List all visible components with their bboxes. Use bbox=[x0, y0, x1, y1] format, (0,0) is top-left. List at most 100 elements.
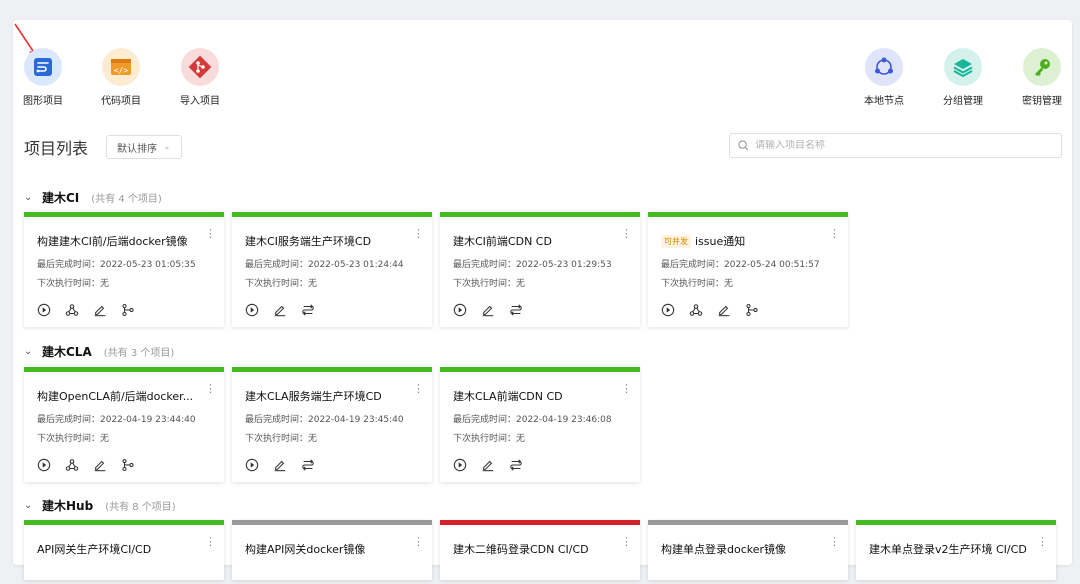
card-actions bbox=[453, 303, 523, 317]
pipeline-flow-icon[interactable] bbox=[509, 303, 523, 317]
card-actions bbox=[37, 303, 135, 317]
search-input[interactable] bbox=[755, 140, 1035, 151]
more-menu-icon[interactable]: ⋮ bbox=[829, 535, 840, 548]
last-completed-time: 最后完成时间：2022-04-19 23:45:40 bbox=[245, 415, 404, 425]
project-card[interactable]: API网关生产环境CI/CD ⋮ bbox=[24, 520, 224, 580]
concurrent-badge: 可并发 bbox=[661, 235, 691, 248]
more-menu-icon[interactable]: ⋮ bbox=[621, 382, 632, 395]
more-menu-icon[interactable]: ⋮ bbox=[413, 227, 424, 240]
edit-pencil-icon[interactable] bbox=[273, 303, 287, 317]
last-completed-time: 最后完成时间：2022-05-24 00:51:57 bbox=[661, 260, 820, 270]
key-icon bbox=[1023, 48, 1061, 86]
sort-select[interactable]: 默认排序 ⌄ bbox=[106, 135, 182, 159]
run-play-icon[interactable] bbox=[37, 303, 51, 317]
project-card[interactable]: 构建OpenCLA前/后端docker... ⋮ 最后完成时间：2022-04-19… bbox=[24, 367, 224, 482]
collapse-chevron-icon[interactable]: ⌄ bbox=[24, 500, 38, 511]
next-run-time: 下次执行时间：无 bbox=[453, 279, 526, 289]
pipeline-flow-icon[interactable] bbox=[509, 458, 523, 472]
project-card[interactable]: 构建建木CI前/后端docker镜像 ⋮ 最后完成时间：2022-05-23 01:… bbox=[24, 212, 224, 327]
card-actions bbox=[37, 458, 135, 472]
local-node-button[interactable]: 本地节点 bbox=[854, 48, 914, 107]
import-project-label: 导入项目 bbox=[180, 96, 220, 107]
run-play-icon[interactable] bbox=[661, 303, 675, 317]
card-actions bbox=[245, 458, 315, 472]
run-play-icon[interactable] bbox=[37, 458, 51, 472]
more-menu-icon[interactable]: ⋮ bbox=[1037, 535, 1048, 548]
import-project-button[interactable]: 导入项目 bbox=[170, 48, 230, 107]
webhook-icon[interactable] bbox=[65, 458, 79, 472]
project-card[interactable]: 建木CI前端CDN CD ⋮ 最后完成时间：2022-05-23 01:29:53 下… bbox=[440, 212, 640, 327]
project-card[interactable]: 构建API网关docker镜像 ⋮ bbox=[232, 520, 432, 580]
webhook-icon[interactable] bbox=[689, 303, 703, 317]
collapse-chevron-icon[interactable]: ⌄ bbox=[24, 192, 38, 203]
group-header[interactable]: ⌄ 建木CLA (共有 3 个项目) bbox=[24, 343, 174, 360]
project-card[interactable]: 建木CLA前端CDN CD ⋮ 最后完成时间：2022-04-19 23:46:08… bbox=[440, 367, 640, 482]
create-code-project-label: 代码项目 bbox=[101, 96, 141, 107]
run-play-icon[interactable] bbox=[453, 458, 467, 472]
project-name: 建木CI前端CDN CD bbox=[453, 235, 552, 248]
git-branch-icon[interactable] bbox=[121, 303, 135, 317]
more-menu-icon[interactable]: ⋮ bbox=[205, 382, 216, 395]
project-card[interactable]: 可并发 issue通知 ⋮ 最后完成时间：2022-05-24 00:51:57 下次执… bbox=[648, 212, 848, 327]
edit-pencil-icon[interactable] bbox=[481, 458, 495, 472]
group-management-button[interactable]: 分组管理 bbox=[933, 48, 993, 107]
group-header[interactable]: ⌄ 建木CI (共有 4 个项目) bbox=[24, 189, 162, 206]
list-header: 项目列表 默认排序 ⌄ bbox=[24, 135, 182, 159]
group-name: 建木Hub bbox=[42, 499, 94, 513]
chevron-down-icon: ⌄ bbox=[163, 142, 171, 152]
edit-pencil-icon[interactable] bbox=[273, 458, 287, 472]
last-completed-time: 最后完成时间：2022-05-23 01:24:44 bbox=[245, 260, 404, 270]
local-node-label: 本地节点 bbox=[864, 96, 904, 107]
edit-pencil-icon[interactable] bbox=[93, 458, 107, 472]
run-play-icon[interactable] bbox=[245, 303, 259, 317]
last-completed-time: 最后完成时间：2022-04-19 23:44:40 bbox=[37, 415, 196, 425]
edit-pencil-icon[interactable] bbox=[481, 303, 495, 317]
svg-text:</>: </> bbox=[114, 66, 129, 75]
git-branch-icon[interactable] bbox=[745, 303, 759, 317]
local-node-icon bbox=[865, 48, 903, 86]
create-flow-project-button[interactable]: 图形项目 bbox=[13, 48, 73, 107]
card-actions bbox=[661, 303, 759, 317]
project-card[interactable]: 建木CLA服务端生产环境CD ⋮ 最后完成时间：2022-04-19 23:45:4… bbox=[232, 367, 432, 482]
pipeline-flow-icon[interactable] bbox=[301, 303, 315, 317]
next-run-time: 下次执行时间：无 bbox=[245, 279, 318, 289]
key-management-button[interactable]: 密钥管理 bbox=[1012, 48, 1072, 107]
sort-select-value: 默认排序 bbox=[117, 143, 158, 155]
project-name: 构建单点登录docker镜像 bbox=[661, 543, 787, 556]
project-name: 构建OpenCLA前/后端docker... bbox=[37, 390, 194, 403]
edit-pencil-icon[interactable] bbox=[717, 303, 731, 317]
collapse-chevron-icon[interactable]: ⌄ bbox=[24, 346, 38, 357]
project-name: 构建API网关docker镜像 bbox=[245, 543, 366, 556]
last-completed-time: 最后完成时间：2022-05-23 01:05:35 bbox=[37, 260, 196, 270]
more-menu-icon[interactable]: ⋮ bbox=[205, 227, 216, 240]
more-menu-icon[interactable]: ⋮ bbox=[621, 227, 632, 240]
next-run-time: 下次执行时间：无 bbox=[453, 434, 526, 444]
next-run-time: 下次执行时间：无 bbox=[37, 434, 110, 444]
git-branch-icon[interactable] bbox=[121, 458, 135, 472]
more-menu-icon[interactable]: ⋮ bbox=[413, 535, 424, 548]
project-card[interactable]: 建木CI服务端生产环境CD ⋮ 最后完成时间：2022-05-23 01:24:44… bbox=[232, 212, 432, 327]
project-card[interactable]: 构建单点登录docker镜像 ⋮ bbox=[648, 520, 848, 580]
edit-pencil-icon[interactable] bbox=[93, 303, 107, 317]
project-card[interactable]: 建木二维码登录CDN CI/CD ⋮ bbox=[440, 520, 640, 580]
create-code-project-button[interactable]: </> 代码项目 bbox=[91, 48, 151, 107]
more-menu-icon[interactable]: ⋮ bbox=[205, 535, 216, 548]
project-name: 建木二维码登录CDN CI/CD bbox=[453, 543, 589, 556]
project-name: 建木CLA前端CDN CD bbox=[453, 390, 563, 403]
more-menu-icon[interactable]: ⋮ bbox=[621, 535, 632, 548]
last-completed-time: 最后完成时间：2022-05-23 01:29:53 bbox=[453, 260, 612, 270]
next-run-time: 下次执行时间：无 bbox=[245, 434, 318, 444]
pipeline-flow-icon[interactable] bbox=[301, 458, 315, 472]
run-play-icon[interactable] bbox=[245, 458, 259, 472]
project-card[interactable]: 建木单点登录v2生产环境 CI/CD ⋮ bbox=[856, 520, 1056, 580]
git-import-icon bbox=[181, 48, 219, 86]
key-management-label: 密钥管理 bbox=[1022, 96, 1062, 107]
more-menu-icon[interactable]: ⋮ bbox=[829, 227, 840, 240]
project-name: 建木CI服务端生产环境CD bbox=[245, 235, 372, 248]
group-header[interactable]: ⌄ 建木Hub (共有 8 个项目) bbox=[24, 497, 176, 514]
webhook-icon[interactable] bbox=[65, 303, 79, 317]
more-menu-icon[interactable]: ⋮ bbox=[413, 382, 424, 395]
project-name: 构建建木CI前/后端docker镜像 bbox=[37, 235, 188, 248]
run-play-icon[interactable] bbox=[453, 303, 467, 317]
create-flow-project-label: 图形项目 bbox=[23, 96, 63, 107]
